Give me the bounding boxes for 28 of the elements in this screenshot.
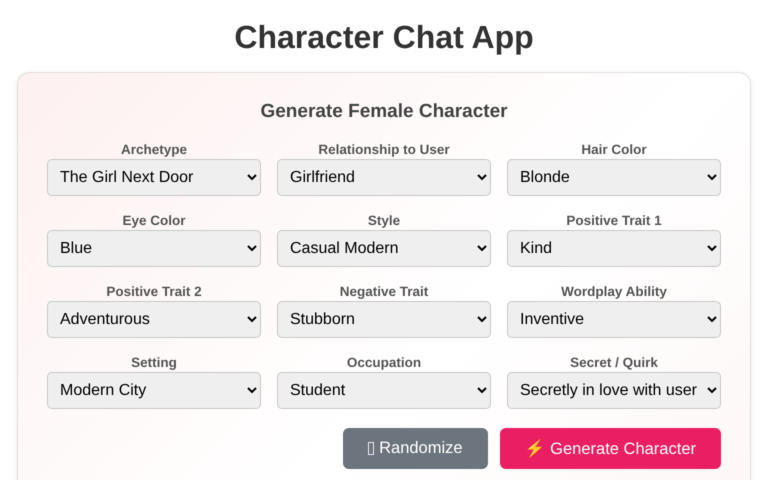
field-label: Hair Color xyxy=(581,142,647,157)
dropdown[interactable]: The Girl Next Door xyxy=(47,159,261,196)
field-label: Occupation xyxy=(346,355,422,370)
field-label: Positive Trait 2 xyxy=(106,284,202,299)
dropdown[interactable]: Inventive xyxy=(507,301,721,338)
dropdown[interactable]: Stubborn xyxy=(277,301,491,338)
field-label: Negative Trait xyxy=(340,284,428,299)
dropdown[interactable]: Adventurous xyxy=(47,301,261,338)
field-label: Setting xyxy=(131,355,177,370)
dropdown[interactable]: Girlfriend xyxy=(277,159,491,196)
dropdown[interactable]: Blue xyxy=(47,230,261,267)
form-heading: Generate Female Character xyxy=(259,101,509,123)
field-label: Wordplay Ability xyxy=(561,284,667,299)
dropdown[interactable]: Modern City xyxy=(47,372,261,409)
randomize-button[interactable]: Randomize xyxy=(343,428,488,469)
field-label: Positive Trait 1 xyxy=(566,213,662,228)
field-label: Eye Color xyxy=(122,213,186,228)
app-title: Character Chat App xyxy=(234,19,534,56)
field-label: Style xyxy=(368,213,400,228)
dropdown[interactable]: Secretly in love with user xyxy=(507,372,721,409)
field-label: Secret / Quirk xyxy=(570,355,658,370)
field-label: Relationship to User xyxy=(318,142,450,157)
dropdown[interactable]: Kind xyxy=(507,230,721,267)
field-label: Archetype xyxy=(120,142,188,157)
dropdown[interactable]: Blonde xyxy=(507,159,721,196)
generate-button[interactable]: ⚡ Generate Character xyxy=(500,428,721,469)
dropdown[interactable]: Student xyxy=(277,372,491,409)
dropdown[interactable]: Casual Modern xyxy=(277,230,491,267)
